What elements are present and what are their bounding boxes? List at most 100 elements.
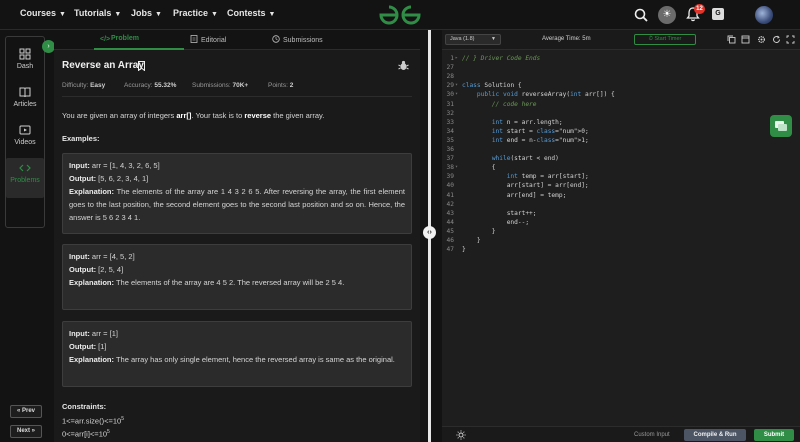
line-number: 43 [446, 209, 454, 217]
active-tab-indicator [94, 48, 184, 50]
nav-contests[interactable]: Contests ▼ [227, 8, 275, 18]
dashboard-icon [19, 48, 31, 60]
nav-practice[interactable]: Practice ▼ [173, 8, 218, 18]
example-box-3: Input: arr = [1] Output: [1] Explanation… [62, 321, 412, 387]
bug-icon[interactable] [398, 60, 409, 71]
line-number: 28 [446, 73, 454, 81]
code-line[interactable]: 44 end--; [442, 218, 800, 227]
prev-button[interactable]: « Prev [10, 405, 42, 418]
fullscreen-icon[interactable] [786, 35, 795, 44]
copy-icon[interactable] [727, 35, 736, 44]
fold-toggle-icon[interactable]: ▾ [455, 90, 458, 99]
theme-toggle-icon[interactable]: ☀ [658, 6, 676, 24]
start-timer-button[interactable]: ⏱ Start Timer [634, 34, 696, 45]
window-icon[interactable] [741, 35, 750, 44]
code-editor-panel: Java (1.8) ▼ Average Time: 5m ⏱ Start Tim… [442, 30, 800, 442]
code-line[interactable]: 27 [442, 63, 800, 72]
code-line[interactable]: 31 // code here [442, 100, 800, 109]
rail-item-articles[interactable]: Articles [6, 82, 44, 118]
code-icon [19, 164, 31, 172]
translate-icon[interactable]: G [712, 8, 724, 20]
language-select[interactable]: Java (1.8) ▼ [445, 34, 501, 45]
code-line[interactable]: 42 [442, 200, 800, 209]
code-line[interactable]: 37 while(start < end) [442, 154, 800, 163]
code-line[interactable]: 47} [442, 245, 800, 254]
bookmark-icon[interactable] [138, 61, 145, 71]
line-number: 45 [446, 227, 454, 235]
tab-editorial[interactable]: Editorial [190, 35, 226, 44]
points-meta: Points: 2 [268, 82, 294, 89]
code-line[interactable]: 32 [442, 109, 800, 118]
line-number: 31 [446, 100, 454, 108]
nav-jobs[interactable]: Jobs ▼ [131, 8, 162, 18]
sun-icon[interactable] [456, 430, 466, 440]
line-number: 47 [446, 246, 454, 254]
rail-item-problems[interactable]: Problems [6, 158, 44, 198]
fold-toggle-icon[interactable]: ▾ [455, 163, 458, 172]
line-number: 27 [446, 64, 454, 72]
code-line[interactable]: 35 int end = n-class="num">1; [442, 136, 800, 145]
code-line[interactable]: 1 ▸ // } Driver Code Ends [442, 54, 800, 63]
compile-run-button[interactable]: Compile & Run [684, 429, 746, 441]
code-line[interactable]: 43 start++; [442, 209, 800, 218]
code-line[interactable]: 33 int n = arr.length; [442, 118, 800, 127]
submit-button[interactable]: Submit [754, 429, 794, 441]
constraint-1: 1<=arr.size()<=105 [62, 416, 124, 426]
code-line[interactable]: 38 ▾ { [442, 163, 800, 172]
nav-tutorials[interactable]: Tutorials ▼ [74, 8, 121, 18]
example-box-2: Input: arr = [4, 5, 2] Output: [2, 5, 4]… [62, 244, 412, 310]
code-line[interactable]: 28 [442, 72, 800, 81]
code-line[interactable]: 40 arr[start] = arr[end]; [442, 181, 800, 190]
fold-toggle-icon[interactable]: ▾ [455, 81, 458, 90]
constraint-2: 0<=arr[i]<=105 [62, 429, 110, 439]
code-line[interactable]: 36 [442, 145, 800, 154]
code-text: arr[end] = temp; [462, 191, 567, 199]
left-rail: Dash Articles Videos Problems « Prev Nex… [0, 30, 46, 442]
line-number: 42 [446, 200, 454, 208]
code-icon: </> [100, 36, 111, 43]
line-number: 1 [450, 55, 454, 62]
code-text: } [462, 227, 496, 235]
code-line[interactable]: 41 arr[end] = temp; [442, 191, 800, 200]
line-number: 33 [446, 118, 454, 126]
problem-description: You are given an array of integers arr[]… [62, 111, 325, 120]
code-line[interactable]: 29 ▾ class Solution { [442, 81, 800, 90]
avatar[interactable] [755, 6, 773, 24]
code-text: } [462, 246, 466, 254]
tab-submissions[interactable]: Submissions [272, 35, 323, 44]
rail-item-videos[interactable]: Videos [6, 120, 44, 156]
gfg-logo-icon[interactable] [378, 4, 422, 26]
line-number: 32 [446, 109, 454, 117]
line-number: 44 [446, 218, 454, 226]
settings-icon[interactable] [757, 35, 766, 44]
code-line[interactable]: 46 } [442, 236, 800, 245]
code-line[interactable]: 34 int start = class="num">0; [442, 127, 800, 136]
resize-handle-icon[interactable]: ‹› [423, 226, 436, 239]
code-text: int n = arr.length; [491, 118, 563, 126]
chat-widget-icon[interactable] [770, 115, 792, 137]
code-area[interactable]: 1 ▸ // } Driver Code Ends 27 28 29 ▾ class Solu… [442, 52, 800, 422]
notification-badge: 12 [694, 4, 705, 14]
code-line[interactable]: 45 } [442, 227, 800, 236]
problem-panel: </>Problem Editorial Submissions Reverse… [54, 30, 420, 442]
next-button[interactable]: Next » [10, 425, 42, 438]
average-time: Average Time: 5m [542, 36, 591, 42]
rail-item-dash[interactable]: Dash [6, 44, 44, 80]
tab-problem[interactable]: </>Problem [100, 35, 139, 44]
editor-footer: Custom Input Compile & Run Submit [442, 426, 800, 442]
nav-courses[interactable]: Courses ▼ [20, 8, 66, 18]
chevron-down-icon: ▼ [59, 11, 66, 18]
search-icon[interactable] [634, 8, 648, 22]
examples-heading: Examples: [62, 134, 100, 143]
line-number: 29 [446, 82, 454, 90]
code-text: // } Driver Code Ends [462, 55, 541, 62]
line-number: 38 [446, 164, 454, 172]
code-line[interactable]: 39 int temp = arr[start]; [442, 172, 800, 181]
reset-icon[interactable] [772, 35, 781, 44]
fold-toggle-icon[interactable]: ▸ [455, 54, 458, 63]
code-text: } [462, 237, 481, 244]
line-number: 34 [446, 127, 454, 135]
custom-input-button[interactable]: Custom Input [634, 432, 670, 438]
code-line[interactable]: 30 ▾ public void reverseArray(int arr[]) … [442, 90, 800, 99]
document-icon [190, 35, 198, 43]
